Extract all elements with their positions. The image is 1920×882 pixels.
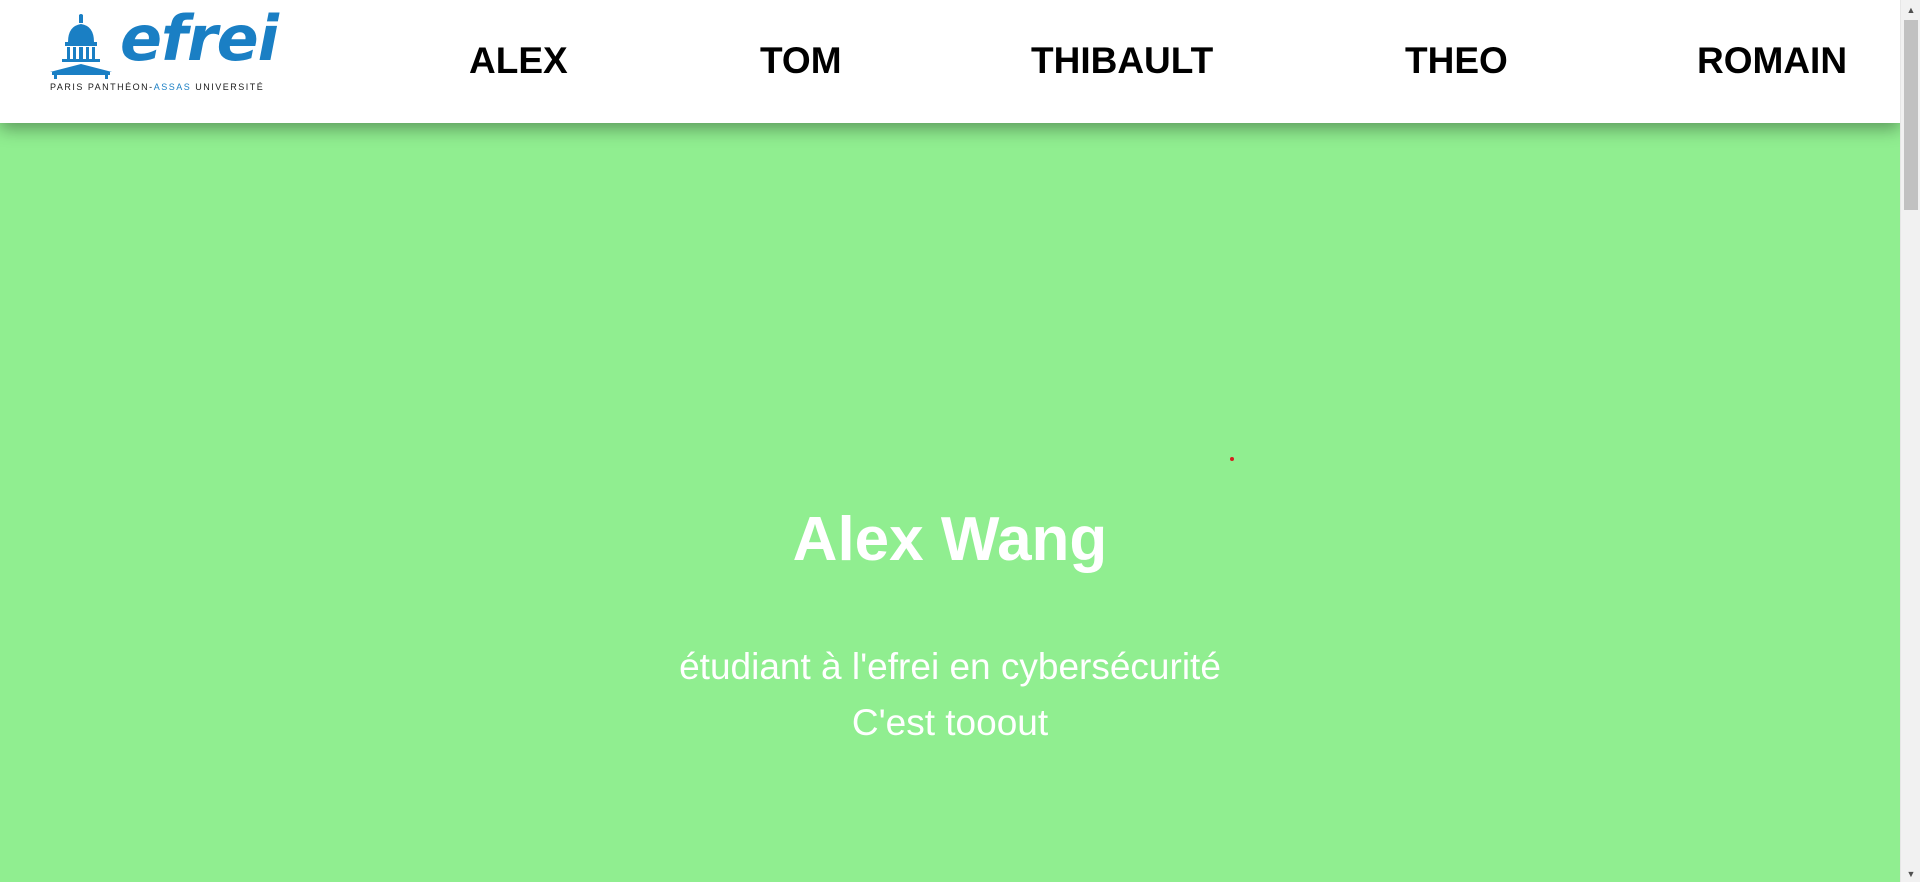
- nav-link-theo[interactable]: THEO: [1405, 38, 1508, 84]
- efrei-logo[interactable]: efrei PARIS PANTHÉON-ASSAS UNIVERSITÉ: [48, 8, 284, 94]
- hero-name: Alex Wang: [792, 505, 1108, 574]
- nav-link-tom[interactable]: TOM: [760, 38, 842, 84]
- logo-tagline: PARIS PANTHÉON-ASSAS UNIVERSITÉ: [50, 82, 264, 92]
- chevron-down-icon[interactable]: ▼: [1901, 866, 1920, 882]
- chevron-up-icon[interactable]: ▲: [1901, 2, 1920, 18]
- logo-wordmark: efrei: [120, 2, 279, 75]
- page: efrei PARIS PANTHÉON-ASSAS UNIVERSITÉ AL…: [0, 0, 1920, 882]
- red-dot-marker: [1230, 457, 1234, 461]
- nav-link-thibault[interactable]: THIBAULT: [1031, 38, 1213, 84]
- hero-description: étudiant à l'efrei en cybersécurité: [679, 646, 1221, 687]
- vertical-scrollbar[interactable]: ▲ ▼: [1900, 0, 1920, 882]
- nav-link-romain[interactable]: ROMAIN: [1697, 38, 1847, 84]
- logo-tagline-mid: ASSAS: [153, 82, 192, 92]
- hero-tagline: C'est tooout: [851, 702, 1049, 743]
- site-header: efrei PARIS PANTHÉON-ASSAS UNIVERSITÉ AL…: [0, 0, 1900, 123]
- pantheon-dome-icon: [50, 14, 112, 79]
- scrollbar-thumb[interactable]: [1904, 20, 1918, 210]
- nav-link-alex[interactable]: ALEX: [469, 38, 568, 84]
- logo-tagline-right: UNIVERSITÉ: [191, 82, 265, 92]
- logo-tagline-left: PARIS PANTHÉON-: [50, 82, 154, 92]
